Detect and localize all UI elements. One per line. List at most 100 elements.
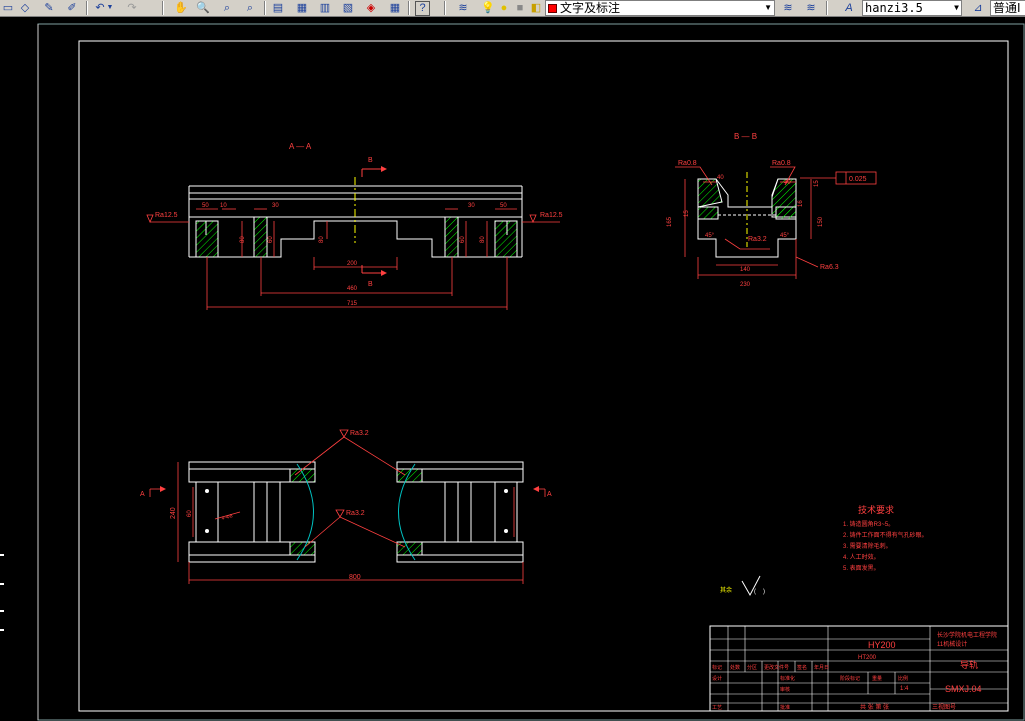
sheet-set-icon[interactable]: ▧ — [340, 0, 356, 16]
pan-icon[interactable]: ✋ — [173, 0, 189, 16]
viewport-border — [37, 23, 1025, 721]
dim-240: 240 — [170, 507, 177, 519]
model-space-canvas[interactable]: A — A B B Ra12.5 Ra12.5 50 10 30 30 50 2… — [0, 17, 1025, 721]
text-style-icon[interactable]: A — [841, 0, 857, 16]
dim-45-left: 45° — [705, 233, 715, 239]
cad-drawing: A — A B B Ra12.5 Ra12.5 50 10 30 30 50 2… — [0, 23, 1025, 721]
section-b-bottom-marker: B — [368, 281, 373, 288]
roughness-left: Ra12.5 — [155, 212, 178, 219]
dim-40-right: 40 — [784, 180, 791, 186]
title-sheet: 共 张 第 张 — [860, 703, 889, 711]
dim-30-left: 30 — [272, 203, 279, 209]
other-roughness-label: 其余 — [720, 586, 732, 594]
title-scale: 1:4 — [900, 686, 909, 692]
dim-16: 16 — [798, 200, 804, 207]
roughness-top-right: Ra0.8 — [772, 160, 791, 167]
title-header: 分区 — [747, 664, 757, 671]
dim-60-b: 60 — [460, 236, 466, 243]
note-item: 3. 需要清除毛刺。 — [843, 542, 892, 550]
title-material: HT200 — [858, 655, 877, 661]
note-item: 1. 铸造圆角R3~5。 — [843, 520, 894, 528]
title-block: HY200 长沙学院机电工程学院 11机械设计 导轨 SMXJ.04 HT200… — [709, 625, 1009, 712]
chevron-down-icon[interactable]: ▼ — [954, 1, 959, 15]
dim-style-icon[interactable]: ⊿ — [970, 0, 986, 16]
note-item: 4. 人工时效。 — [843, 553, 880, 561]
roughness-top-left: Ra0.8 — [678, 160, 697, 167]
title-header: 年月日 — [814, 664, 829, 671]
dim-style-value: 普通Ⅰ — [993, 1, 1021, 15]
properties-icon[interactable]: ▤ — [270, 0, 286, 16]
dim-80-right: 80 — [480, 236, 486, 243]
zoom-realtime-icon[interactable]: 🔍 — [195, 0, 211, 16]
layer-combo[interactable]: 文字及标注 ▼ — [545, 0, 775, 16]
help-icon[interactable]: ? — [415, 1, 430, 16]
title-header: 标记 — [712, 664, 722, 671]
dim-15b: 15 — [684, 210, 690, 217]
title-row-stage: 阶段标记 — [840, 675, 860, 682]
bulb-on-icon[interactable]: 💡 — [480, 0, 496, 16]
dim-80-mid: 80 — [319, 236, 325, 243]
roughness-right: Ra12.5 — [540, 212, 563, 219]
svg-text:): ) — [763, 589, 765, 595]
title-header: 处数 — [730, 664, 740, 671]
title-header: 签名 — [797, 664, 807, 671]
notes-title: 技术要求 — [858, 504, 894, 515]
dim-10-left: 10 — [220, 203, 227, 209]
roughness-plan-top: Ra3.2 — [350, 430, 369, 437]
zoom-window-icon[interactable]: ⌕ — [219, 0, 235, 16]
title-school: 长沙学院机电工程学院 — [937, 631, 997, 639]
view-bb-label: B — B — [734, 132, 757, 141]
calculator-icon[interactable]: ▦ — [387, 0, 403, 16]
dim-30-right: 30 — [468, 203, 475, 209]
zoom-previous-icon[interactable]: ⌕ — [242, 0, 258, 16]
layer-manager-icon[interactable]: ≋ — [455, 0, 471, 16]
pencil-icon[interactable]: ✎ — [41, 0, 57, 16]
tool-palettes-icon[interactable]: ▥ — [317, 0, 333, 16]
dim-80-left: 80 — [240, 236, 246, 243]
dim-50-left: 50 — [202, 203, 209, 209]
dim-style-combo[interactable]: 普通Ⅰ — [990, 0, 1025, 16]
design-center-icon[interactable]: ▦ — [294, 0, 310, 16]
new-file-icon[interactable]: ▭ — [0, 0, 16, 16]
dim-50-right: 50 — [500, 203, 507, 209]
markup-icon[interactable]: ◈ — [363, 0, 379, 16]
roughness-bottom: Ra3.2 — [748, 236, 767, 243]
dim-150: 150 — [818, 216, 824, 227]
drawing-frame — [78, 40, 1009, 712]
roughness-plan-mid: Ra3.2 — [346, 510, 365, 517]
lock-icon[interactable]: ■ — [512, 0, 528, 16]
text-style-combo[interactable]: hanzi3.5 ▼ — [862, 0, 962, 16]
svg-text:(: ( — [754, 589, 756, 595]
title-projection: 三视图号 — [932, 703, 956, 711]
sun-icon[interactable]: ● — [496, 0, 512, 16]
plan-view: Ra3.2 Ra3.2 800 240 60 4-Φ8 A A — [140, 429, 552, 584]
undo-dropdown-icon[interactable]: ▼ — [105, 0, 115, 16]
chevron-down-icon[interactable]: ▼ — [764, 1, 772, 15]
title-row-ratio: 比例 — [898, 675, 908, 682]
dim-140: 140 — [740, 267, 751, 273]
layer-iso-icon[interactable]: ≋ — [803, 0, 819, 16]
layer-previous-icon[interactable]: ≋ — [780, 0, 796, 16]
title-row-approve: 批准 — [780, 704, 790, 711]
layer-states-icon[interactable]: ◧ — [528, 0, 544, 16]
section-a-left-marker: A — [140, 491, 145, 498]
dim-165: 165 — [667, 216, 673, 227]
open-folder-icon[interactable]: ◇ — [17, 0, 33, 16]
note-item: 2. 铸件工作面不得有气孔砂眼。 — [843, 531, 928, 539]
brush-icon[interactable]: ✐ — [64, 0, 80, 16]
text-style-value: hanzi3.5 — [865, 1, 923, 15]
dim-715: 715 — [347, 301, 358, 307]
title-row-check: 审核 — [780, 686, 790, 693]
title-part-name: 导轨 — [960, 659, 978, 670]
dim-15: 15 — [814, 180, 820, 187]
redo-icon[interactable]: ↷ — [124, 0, 140, 16]
view-aa-label: A — A — [289, 142, 312, 151]
title-drawing-number: SMXJ.04 — [945, 684, 982, 694]
title-row-design: 设计 — [712, 675, 722, 682]
section-bb-view: B — B Ra0.8 Ra0.8 Ra3.2 Ra6.3 0.025 40 4… — [667, 132, 877, 288]
dim-60-a: 60 — [268, 236, 274, 243]
title-row-std: 标准化 — [780, 675, 795, 682]
dim-460: 460 — [347, 286, 358, 292]
section-b-top-marker: B — [368, 157, 373, 164]
title-header: 更改文件号 — [764, 664, 789, 671]
